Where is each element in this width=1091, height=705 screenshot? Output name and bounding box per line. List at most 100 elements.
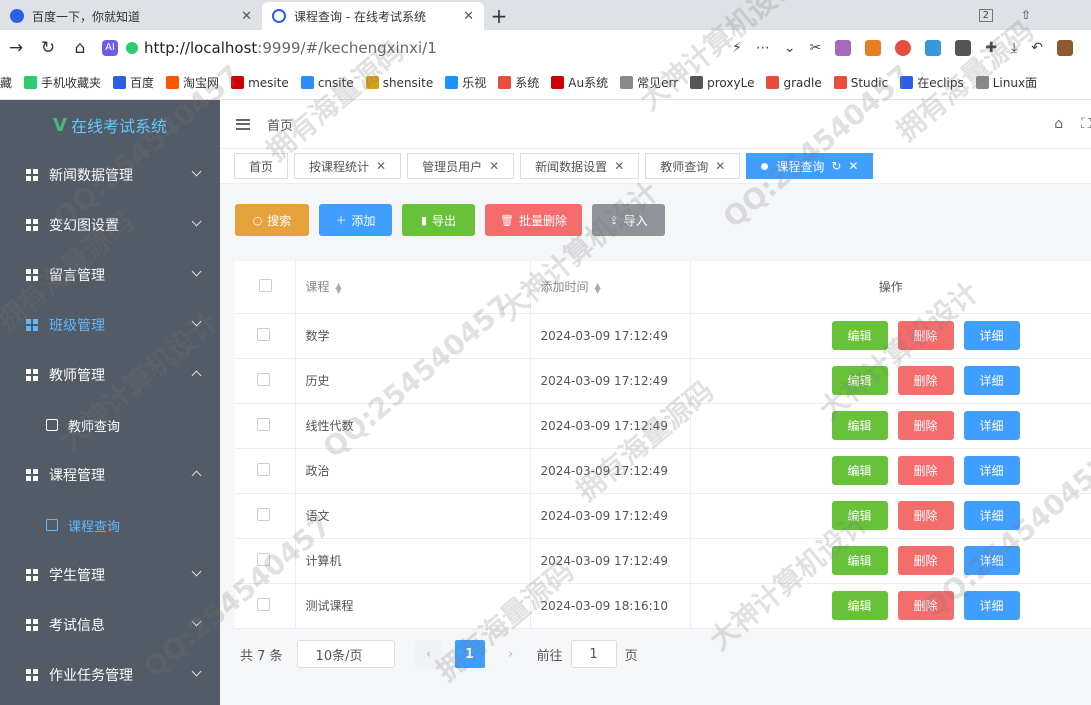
- shield-icon[interactable]: [126, 42, 138, 54]
- new-tab-button[interactable]: +: [484, 2, 514, 30]
- page-size-select[interactable]: 10条/页: [296, 640, 395, 668]
- tag-item[interactable]: 教师查询 ✕: [645, 153, 741, 179]
- tag-item[interactable]: 课程查询 ↻ ✕: [746, 153, 874, 179]
- edit-button[interactable]: 编辑: [831, 366, 888, 395]
- more-icon[interactable]: ⋯: [756, 40, 770, 56]
- bookmark-item[interactable]: mesite: [231, 76, 289, 90]
- detail-button[interactable]: 详细: [963, 501, 1020, 530]
- edit-button[interactable]: 编辑: [831, 456, 888, 485]
- sidebar-item[interactable]: 学生管理: [0, 550, 220, 600]
- edit-button[interactable]: 编辑: [831, 411, 888, 440]
- prev-page-button[interactable]: ‹: [414, 640, 443, 668]
- delete-button[interactable]: 删除: [897, 411, 954, 440]
- batch-delete-button[interactable]: 🗑 批量删除: [485, 204, 582, 236]
- hamburger-menu-icon[interactable]: [236, 118, 250, 130]
- sort-icon[interactable]: ▲ ▼: [595, 281, 601, 294]
- delete-button[interactable]: 删除: [897, 366, 954, 395]
- home-icon[interactable]: ⌂: [64, 38, 96, 58]
- sidebar-item[interactable]: 变幻图设置: [0, 200, 220, 250]
- screenshot-icon[interactable]: [955, 40, 972, 56]
- close-icon[interactable]: ✕: [614, 159, 624, 173]
- tab-count-badge[interactable]: 2: [978, 8, 993, 22]
- bookmark-item[interactable]: Studic: [833, 76, 888, 90]
- delete-button[interactable]: 删除: [897, 546, 954, 575]
- refresh-icon[interactable]: ↻: [831, 159, 841, 173]
- sidebar-item[interactable]: 课程管理: [0, 450, 220, 500]
- detail-button[interactable]: 详细: [963, 546, 1020, 575]
- sidebar-item[interactable]: 留言管理: [0, 250, 220, 300]
- tag-item[interactable]: 管理员用户 ✕: [407, 153, 515, 179]
- row-checkbox[interactable]: [257, 372, 270, 386]
- bookmark-item[interactable]: 手机收藏夹: [24, 74, 101, 91]
- bookmark-item[interactable]: shensite: [365, 76, 433, 90]
- bookmark-item[interactable]: 百度: [113, 74, 154, 91]
- detail-button[interactable]: 详细: [963, 411, 1020, 440]
- download-icon[interactable]: ⤓: [1011, 40, 1017, 56]
- delete-button[interactable]: 删除: [897, 456, 954, 485]
- lightning-icon[interactable]: ⚡: [732, 40, 742, 56]
- bookmark-item[interactable]: proxyLe: [690, 76, 754, 90]
- bookmark-item[interactable]: Linux面: [975, 74, 1037, 91]
- tag-item[interactable]: 按课程统计 ✕: [294, 153, 402, 179]
- row-checkbox[interactable]: [257, 507, 270, 521]
- row-checkbox[interactable]: [257, 417, 270, 431]
- fullscreen-icon[interactable]: ⛶: [1081, 116, 1091, 132]
- close-icon[interactable]: ✕: [376, 159, 386, 173]
- row-checkbox[interactable]: [257, 552, 270, 566]
- bookmark-item[interactable]: 常见err: [620, 74, 678, 91]
- next-page-button[interactable]: ›: [497, 640, 525, 668]
- sidebar-item[interactable]: 班级管理: [0, 300, 220, 350]
- sidebar-item[interactable]: 作业任务管理: [0, 650, 220, 700]
- address-bar[interactable]: AI http://localhost:9999/#/kechengxinxi/…: [102, 34, 732, 62]
- row-checkbox[interactable]: [257, 327, 270, 341]
- forward-icon[interactable]: →: [0, 38, 32, 58]
- sidebar-subitem[interactable]: 课程查询: [0, 500, 220, 550]
- chevron-down-icon[interactable]: ⌄: [784, 40, 796, 56]
- add-button[interactable]: ＋ 添加: [319, 204, 392, 236]
- detail-button[interactable]: 详细: [963, 591, 1020, 620]
- browser-tab-baidu[interactable]: 百度一下，你就知道 ✕: [0, 2, 262, 30]
- sidebar-item[interactable]: 新闻数据管理: [0, 150, 220, 200]
- export-button[interactable]: ▮ 导出: [402, 204, 475, 236]
- browser-tab-course-query[interactable]: 课程查询 - 在线考试系统 ✕: [262, 2, 484, 30]
- translate-icon[interactable]: [835, 40, 852, 56]
- sidebar-item[interactable]: 考试信息: [0, 600, 220, 650]
- close-icon[interactable]: ✕: [715, 159, 725, 173]
- delete-button[interactable]: 删除: [897, 501, 954, 530]
- bookmark-item[interactable]: 在eclips: [900, 74, 964, 91]
- edit-button[interactable]: 编辑: [831, 501, 888, 530]
- sort-icon[interactable]: ▲ ▼: [336, 281, 342, 294]
- search-button[interactable]: ○ 搜索: [235, 204, 309, 236]
- close-icon[interactable]: ✕: [489, 159, 499, 173]
- mail-icon[interactable]: [925, 40, 942, 56]
- detail-button[interactable]: 详细: [963, 456, 1020, 485]
- weibo-icon[interactable]: [895, 40, 912, 56]
- edit-button[interactable]: 编辑: [831, 321, 888, 350]
- bookmark-item[interactable]: gradle: [766, 76, 822, 90]
- close-icon[interactable]: ✕: [848, 159, 858, 173]
- close-icon[interactable]: ✕: [463, 9, 474, 24]
- edit-button[interactable]: 编辑: [831, 546, 888, 575]
- close-icon[interactable]: ✕: [241, 9, 252, 24]
- wallet-icon[interactable]: [1056, 40, 1073, 56]
- reload-icon[interactable]: ↻: [32, 38, 64, 58]
- bookmark-item[interactable]: cnsite: [300, 76, 354, 90]
- sidebar-subitem[interactable]: 教师查询: [0, 400, 220, 450]
- undo-icon[interactable]: ↶: [1031, 40, 1043, 56]
- column-header-course[interactable]: 课程 ▲ ▼: [295, 261, 531, 314]
- home-shirt-icon[interactable]: ⌂: [1054, 116, 1063, 132]
- ai-icon[interactable]: AI: [102, 40, 118, 56]
- bookmark-item[interactable]: Au系统: [551, 74, 608, 91]
- tag-item[interactable]: 首页: [234, 153, 289, 179]
- sidebar-item[interactable]: 教师管理: [0, 350, 220, 400]
- select-all-checkbox[interactable]: [259, 278, 272, 292]
- goto-page-input[interactable]: 1: [570, 640, 617, 668]
- edit-button[interactable]: 编辑: [831, 591, 888, 620]
- bookmark-item[interactable]: 系统: [498, 74, 539, 91]
- detail-button[interactable]: 详细: [963, 321, 1020, 350]
- extension-icon[interactable]: ✚: [985, 40, 997, 56]
- bookmark-item[interactable]: 淘宝网: [166, 74, 219, 91]
- game-icon[interactable]: [865, 40, 882, 56]
- app-logo[interactable]: V 在线考试系统: [0, 100, 220, 150]
- bookmark-item[interactable]: 乐视: [445, 74, 486, 91]
